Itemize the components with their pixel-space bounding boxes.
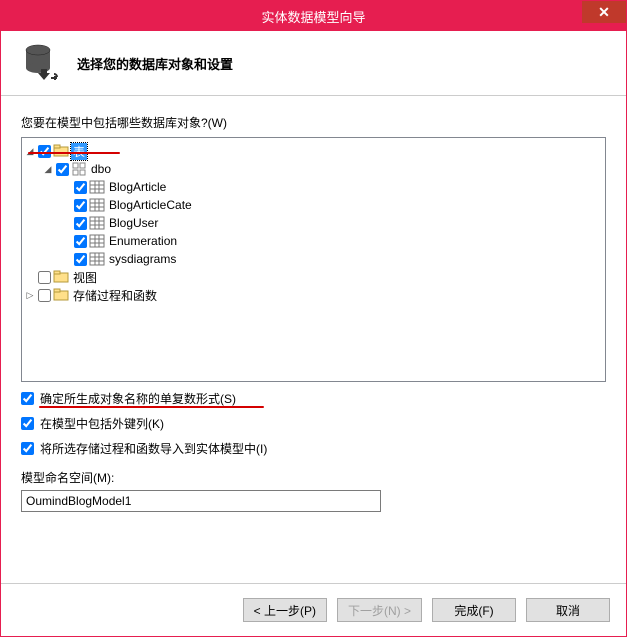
- close-button[interactable]: ✕: [582, 1, 626, 23]
- tree-node-views[interactable]: 视图: [24, 268, 603, 286]
- window-title: 实体数据模型向导: [261, 7, 365, 26]
- folder-icon: [53, 143, 69, 159]
- label-include-fk: 在模型中包括外键列(K): [40, 415, 164, 432]
- folder-icon: [53, 269, 69, 285]
- tree-node-table[interactable]: BlogUser: [60, 214, 603, 232]
- folder-icon: [53, 287, 69, 303]
- titlebar: 实体数据模型向导 ✕: [1, 1, 626, 31]
- checkbox-item[interactable]: [74, 217, 87, 230]
- next-button: 下一步(N) >: [337, 598, 422, 622]
- finish-button[interactable]: 完成(F): [432, 598, 516, 622]
- table-icon: [89, 251, 105, 267]
- tree-label-views: 视图: [71, 269, 99, 286]
- tree-label-item: BlogArticleCate: [107, 198, 194, 212]
- tree-label-item: BlogUser: [107, 216, 160, 230]
- tree-label-item: sysdiagrams: [107, 252, 178, 266]
- tree-node-tables[interactable]: ◢ 表: [24, 142, 603, 160]
- checkbox-procs[interactable]: [38, 289, 51, 302]
- checkbox-views[interactable]: [38, 271, 51, 284]
- option-include-fk: 在模型中包括外键列(K): [21, 415, 606, 432]
- tree-node-table[interactable]: sysdiagrams: [60, 250, 603, 268]
- tree-node-table[interactable]: BlogArticle: [60, 178, 603, 196]
- tree-label-dbo: dbo: [89, 162, 113, 176]
- label-import-procs: 将所选存储过程和函数导入到实体模型中(I): [40, 440, 267, 457]
- checkbox-dbo[interactable]: [56, 163, 69, 176]
- namespace-label: 模型命名空间(M):: [21, 469, 606, 486]
- schema-icon: [71, 161, 87, 177]
- cancel-button[interactable]: 取消: [526, 598, 610, 622]
- expand-icon[interactable]: ▷: [24, 289, 36, 301]
- table-icon: [89, 233, 105, 249]
- header-strip: 选择您的数据库对象和设置: [1, 31, 626, 96]
- tree-label-tables: 表: [71, 143, 87, 160]
- tree-node-table[interactable]: BlogArticleCate: [60, 196, 603, 214]
- prompt-label: 您要在模型中包括哪些数据库对象?(W): [21, 114, 606, 131]
- annotation-underline: [28, 152, 120, 154]
- checkbox-item[interactable]: [74, 199, 87, 212]
- tree-node-table[interactable]: Enumeration: [60, 232, 603, 250]
- option-pluralize: 确定所生成对象名称的单复数形式(S): [21, 390, 606, 407]
- checkbox-item[interactable]: [74, 235, 87, 248]
- namespace-input[interactable]: [21, 490, 381, 512]
- checkbox-pluralize[interactable]: [21, 392, 34, 405]
- footer: < 上一步(P) 下一步(N) > 完成(F) 取消: [1, 583, 626, 636]
- content-area: 您要在模型中包括哪些数据库对象?(W) ◢ 表: [1, 96, 626, 583]
- header-subtitle: 选择您的数据库对象和设置: [77, 54, 233, 73]
- table-icon: [89, 179, 105, 195]
- tree-label-item: Enumeration: [107, 234, 179, 248]
- annotation-underline: [39, 406, 264, 408]
- database-icon: [23, 43, 59, 83]
- collapse-icon[interactable]: ◢: [24, 145, 36, 157]
- wizard-window: 实体数据模型向导 ✕ 选择您的数据库对象和设置 您要在模型中包括哪些数据库对象?…: [0, 0, 627, 637]
- tree-view[interactable]: ◢ 表 ◢: [21, 137, 606, 382]
- checkbox-import-procs[interactable]: [21, 442, 34, 455]
- checkbox-item[interactable]: [74, 181, 87, 194]
- tree-label-item: BlogArticle: [107, 180, 168, 194]
- table-icon: [89, 215, 105, 231]
- label-pluralize: 确定所生成对象名称的单复数形式(S): [40, 390, 236, 407]
- option-import-procs: 将所选存储过程和函数导入到实体模型中(I): [21, 440, 606, 457]
- checkbox-item[interactable]: [74, 253, 87, 266]
- tree-node-dbo[interactable]: ◢ dbo: [42, 160, 603, 178]
- checkbox-include-fk[interactable]: [21, 417, 34, 430]
- checkbox-tables[interactable]: [38, 145, 51, 158]
- close-icon: ✕: [598, 4, 610, 21]
- collapse-icon[interactable]: ◢: [42, 163, 54, 175]
- tree-label-procs: 存储过程和函数: [71, 287, 159, 304]
- tree-node-procs[interactable]: ▷ 存储过程和函数: [24, 286, 603, 304]
- table-icon: [89, 197, 105, 213]
- prev-button[interactable]: < 上一步(P): [243, 598, 327, 622]
